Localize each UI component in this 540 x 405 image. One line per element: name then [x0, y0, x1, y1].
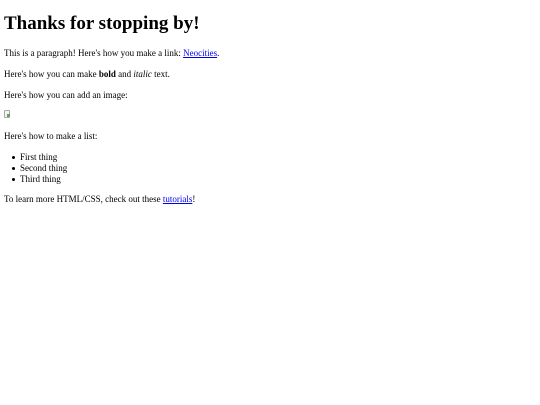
- paragraph-link-intro: This is a paragraph! Here's how you make…: [4, 48, 219, 59]
- tutorials-link[interactable]: tutorials: [163, 194, 193, 204]
- paragraph-text: Here's how you can make: [4, 69, 99, 79]
- paragraph-text: and: [115, 69, 134, 79]
- paragraph-text: text.: [151, 69, 170, 79]
- paragraph-text: This is a paragraph! Here's how you make…: [4, 48, 184, 58]
- paragraph-text: To learn more HTML/CSS, check out these: [4, 194, 163, 204]
- broken-image-icon: [4, 110, 10, 118]
- page-title: Thanks for stopping by!: [4, 13, 200, 34]
- paragraph-image-intro: Here's how you can add an image:: [4, 90, 128, 100]
- paragraph-list-intro: Here's how to make a list:: [4, 131, 98, 141]
- italic-text: italic: [133, 69, 152, 79]
- image-container: [4, 110, 10, 120]
- paragraph-text: !: [192, 194, 196, 204]
- paragraph-formatting: Here's how you can make bold and italic …: [4, 69, 170, 80]
- neocities-link[interactable]: Neocities: [183, 48, 217, 58]
- paragraph-tutorials: To learn more HTML/CSS, check out these …: [4, 194, 195, 205]
- list-item: First thing: [11, 152, 67, 163]
- paragraph-text: .: [217, 48, 220, 58]
- bullet-list: First thing Second thing Third thing: [11, 152, 68, 185]
- page: Thanks for stopping by! This is a paragr…: [0, 0, 540, 405]
- bold-text: bold: [98, 69, 116, 79]
- list-item: Third thing: [11, 174, 67, 185]
- list-item: Second thing: [11, 163, 68, 173]
